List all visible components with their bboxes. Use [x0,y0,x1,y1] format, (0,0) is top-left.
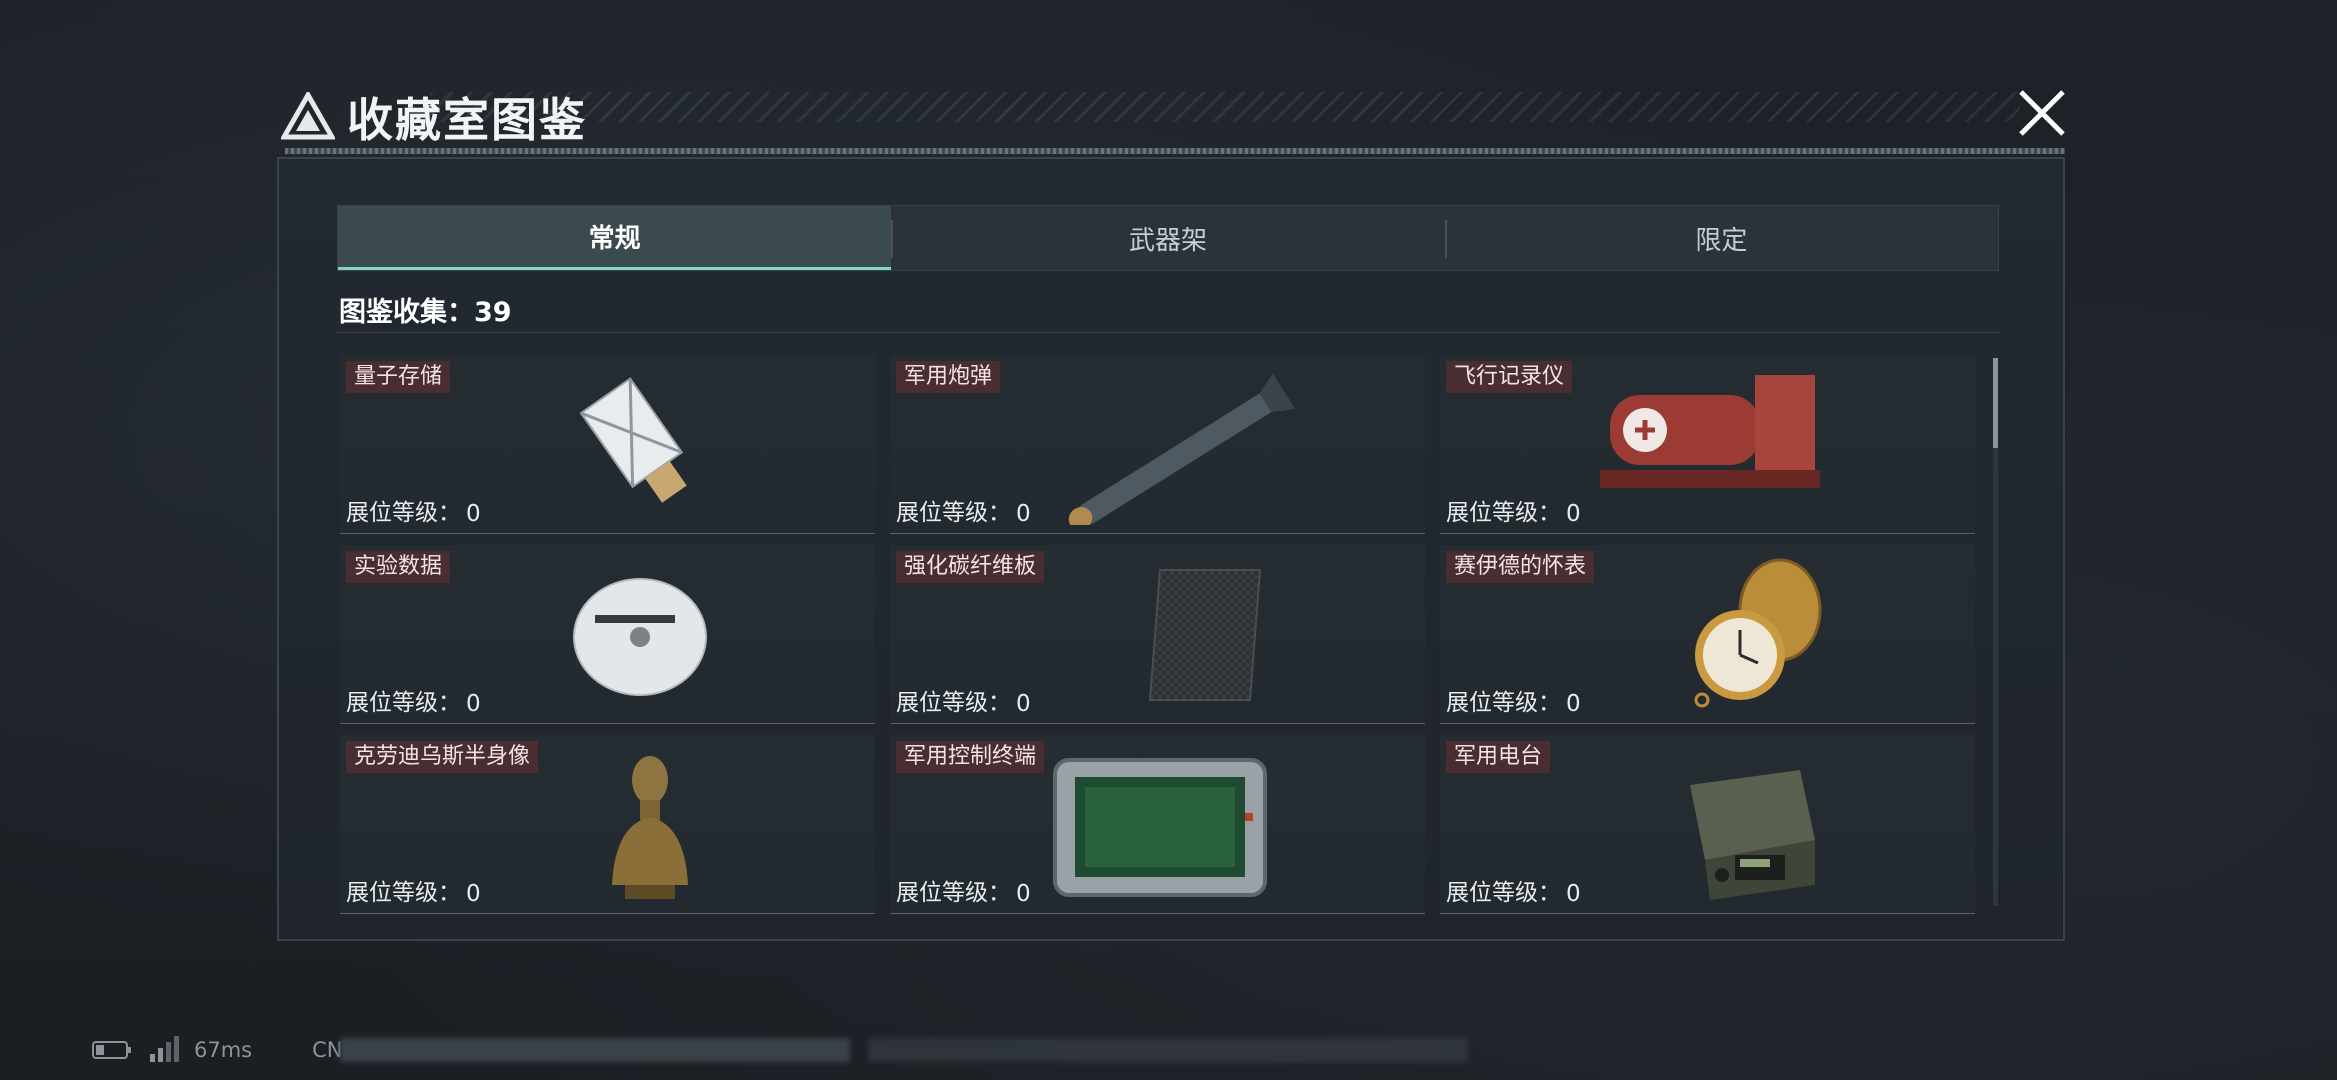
status-bar: 67ms CN [92,1030,343,1070]
collection-count: 图鉴收集：39 [339,297,512,328]
item-name: 飞行记录仪 [1446,361,1573,393]
item-name: 强化碳纤维板 [896,551,1045,583]
item-card-military-shell[interactable]: 军用炮弹 展位等级： 0 [890,355,1425,534]
redacted-bar [340,1038,850,1062]
item-name: 实验数据 [346,551,451,583]
tab-label: 武器架 [1128,225,1207,256]
item-grid: 量子存储 展位等级： 0 军用炮弹 展位等级： 0 飞行记录仪 展位等级： 0 … [340,355,1985,915]
tab-limited[interactable]: 限定 [1444,206,1998,270]
delta-logo-icon [281,92,335,140]
level-label: 展位等级： [896,690,1011,716]
tab-label: 限定 [1695,225,1748,256]
item-card-claudius-bust[interactable]: 克劳迪乌斯半身像 展位等级： 0 [340,735,875,914]
level-value: 0 [466,691,481,717]
tab-label: 常规 [588,224,641,254]
tab-weapon-rack[interactable]: 武器架 [891,206,1444,270]
disc-icon [573,578,707,696]
level-label: 展位等级： [1446,500,1561,526]
level-label: 展位等级： [1446,690,1561,716]
level-label: 展位等级： [1446,880,1561,906]
tab-regular[interactable]: 常规 [338,206,892,270]
level-value: 0 [1016,881,1031,907]
level-value: 0 [1016,691,1031,717]
close-icon[interactable] [2007,78,2077,148]
header-divider [285,148,2065,154]
level-value: 0 [466,501,481,527]
level-label: 展位等级： [346,880,461,906]
level-label: 展位等级： [346,690,461,716]
scrollbar-thumb[interactable] [1993,358,1998,448]
carbon-plate-icon [1148,569,1262,701]
level-value: 0 [1566,881,1581,907]
item-name: 军用电台 [1446,741,1551,773]
scrollbar[interactable] [1993,358,1998,906]
usb-drive-icon [579,377,687,503]
item-card-military-terminal[interactable]: 军用控制终端 展位等级： 0 [890,735,1425,914]
bust-icon [612,756,688,899]
divider [337,332,1999,333]
item-card-quantum-storage[interactable]: 量子存储 展位等级： 0 [340,355,875,534]
level-label: 展位等级： [896,500,1011,526]
item-name: 量子存储 [346,361,451,393]
item-card-carbon-plate[interactable]: 强化碳纤维板 展位等级： 0 [890,545,1425,724]
radio-icon [1690,770,1815,900]
level-value: 0 [1016,501,1031,527]
tablet-icon [1053,758,1267,897]
level-value: 0 [1566,691,1581,717]
battery-icon [92,1041,131,1059]
item-name: 克劳迪乌斯半身像 [346,741,539,773]
signal-icon [150,1036,179,1062]
level-value: 0 [466,881,481,907]
missile-icon [1068,373,1296,525]
tab-bar: 常规 武器架 限定 [337,205,1999,271]
level-label: 展位等级： [346,500,461,526]
item-card-military-radio[interactable]: 军用电台 展位等级： 0 [1440,735,1975,914]
page-title: 收藏室图鉴 [347,93,587,147]
level-value: 0 [1566,501,1581,527]
pocket-watch-icon [1694,558,1822,708]
header: 收藏室图鉴 [275,78,2065,158]
level-label: 展位等级： [896,880,1011,906]
item-card-pocket-watch[interactable]: 赛伊德的怀表 展位等级： 0 [1440,545,1975,724]
item-card-flight-recorder[interactable]: 飞行记录仪 展位等级： 0 [1440,355,1975,534]
ping-text: 67ms [194,1038,253,1062]
item-name: 军用炮弹 [896,361,1001,393]
item-card-experiment-data[interactable]: 实验数据 展位等级： 0 [340,545,875,724]
item-name: 军用控制终端 [896,741,1045,773]
redacted-bar [868,1038,1468,1062]
region-text: CN [312,1038,343,1062]
flight-recorder-icon [1600,375,1820,488]
item-name: 赛伊德的怀表 [1446,551,1595,583]
